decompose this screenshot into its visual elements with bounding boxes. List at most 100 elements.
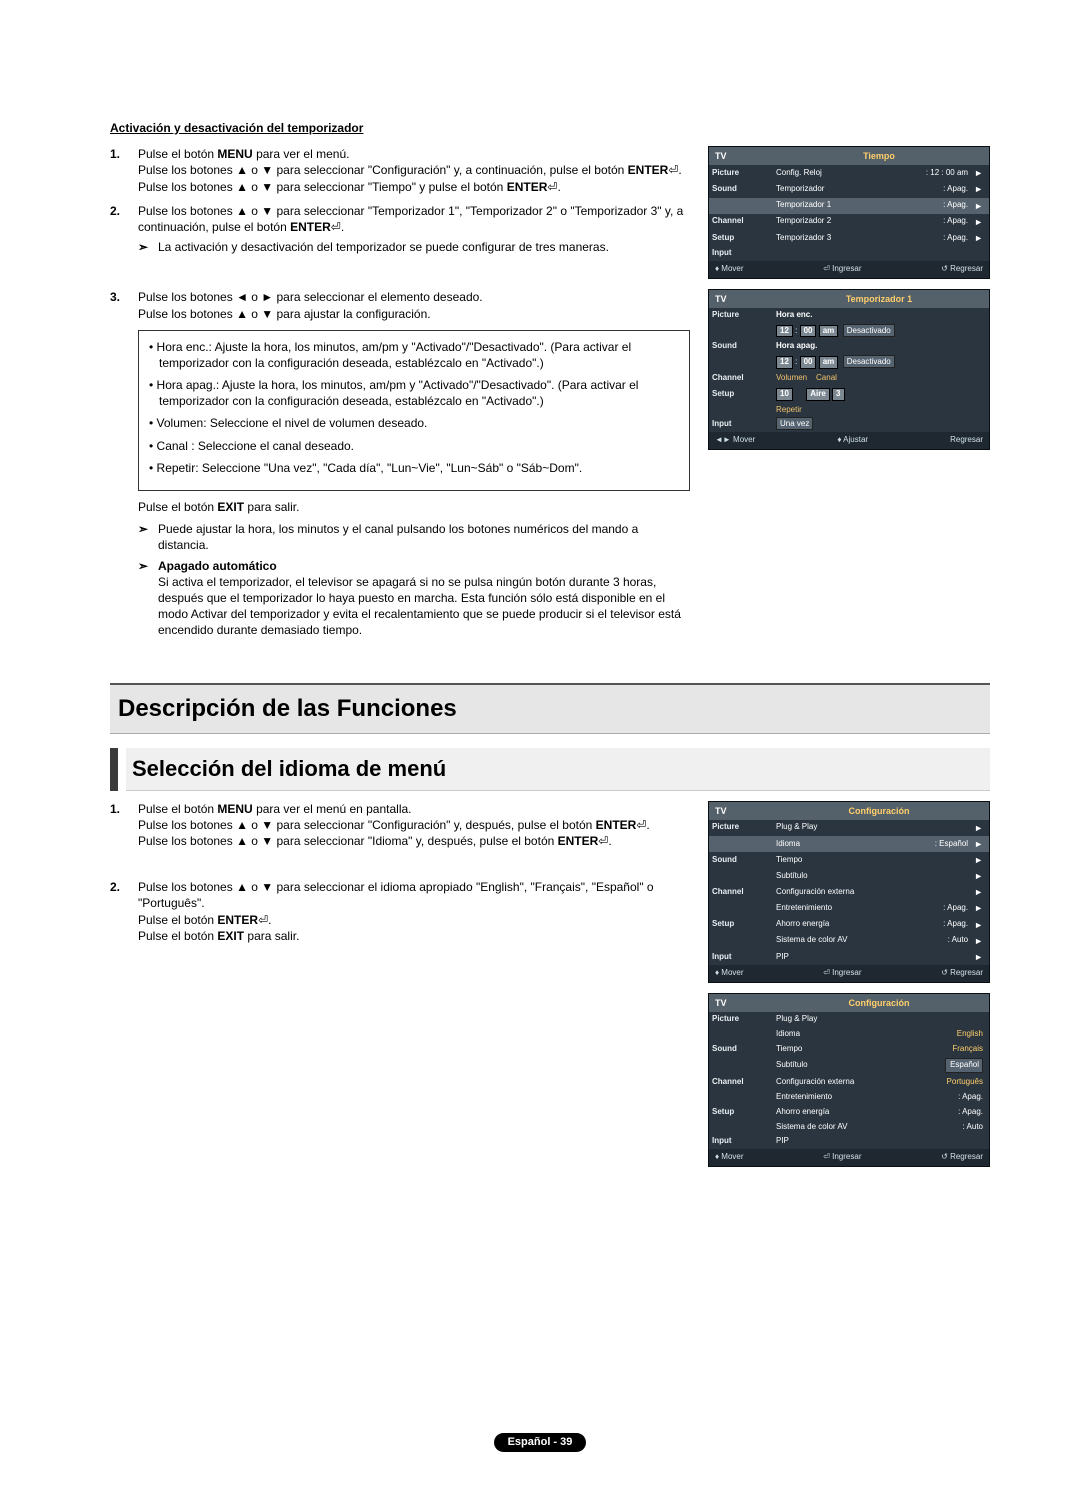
repeat-label: Repetir <box>776 405 802 414</box>
osd-tab: Picture <box>712 1014 772 1025</box>
minute-spin[interactable]: 00 <box>800 325 817 338</box>
osd-tab: Input <box>712 952 772 963</box>
osd-value: : Apag. <box>939 200 968 211</box>
state-box[interactable]: Desactivado <box>843 324 895 337</box>
lang-portugues[interactable]: Português <box>943 1077 983 1088</box>
osd-foot-enter: ⏎ Ingresar <box>823 1152 861 1163</box>
exit-text: Pulse el botón EXIT para salir. <box>138 499 690 515</box>
osd-item: Entretenimiento <box>772 903 939 914</box>
repeat-value[interactable]: Una vez <box>776 417 813 430</box>
osd-tab: Sound <box>712 1044 772 1055</box>
text: . <box>557 180 560 194</box>
osd-tab: Sound <box>712 341 772 352</box>
auto-off-body: Si activa el temporizador, el televisor … <box>158 575 681 638</box>
note-icon: ➣ <box>138 558 158 639</box>
osd-foot-return: Regresar <box>950 435 983 446</box>
osd-item: Sistema de color AV <box>772 1122 959 1133</box>
enter-key: ENTER <box>217 913 258 927</box>
osd-value: : 12 : 00 am <box>922 168 968 179</box>
vol-spin[interactable]: 10 <box>776 388 793 401</box>
osd-foot-move: ♦ Mover <box>715 968 744 979</box>
osd-tab: Setup <box>712 919 772 930</box>
osd-item: Config. Reloj <box>772 168 922 179</box>
chevron-right-icon: ► <box>968 167 983 179</box>
text: para salir. <box>244 929 299 943</box>
osd-column-2: TV Configuración PicturePlug & Play► Idi… <box>708 801 990 1177</box>
section2-text: 1. Pulse el botón MENU para ver el menú … <box>110 801 690 952</box>
chan-spin[interactable]: 3 <box>832 388 844 401</box>
text: . <box>268 913 271 927</box>
text: Pulse los botones ▲ o ▼ para seleccionar… <box>138 204 683 234</box>
chevron-right-icon: ► <box>968 854 983 866</box>
enter-icon: ⏎ <box>668 163 678 177</box>
lang-espanol[interactable]: Español <box>945 1058 983 1073</box>
enter-key: ENTER <box>290 220 331 234</box>
osd-foot-return: ↺ Regresar <box>941 968 983 979</box>
text: Pulse los botones ▲ o ▼ para seleccionar… <box>138 818 596 832</box>
ampm-spin[interactable]: am <box>819 356 839 369</box>
osd-tv-label: TV <box>715 805 775 817</box>
lang-francais[interactable]: Français <box>948 1044 983 1055</box>
ampm-spin[interactable]: am <box>819 325 839 338</box>
osd-item: Temporizador 3 <box>772 233 939 244</box>
manual-page: Activación y desactivación del temporiza… <box>0 0 1080 1488</box>
osd-tv-label: TV <box>715 293 775 305</box>
osd-tab: Setup <box>712 1107 772 1118</box>
state-box[interactable]: Desactivado <box>843 355 895 368</box>
osd-tab: Picture <box>712 822 772 833</box>
enter-key: ENTER <box>507 180 548 194</box>
text: Pulse los botones ▲ o ▼ para seleccionar… <box>138 880 654 910</box>
osd-item: Tiempo <box>772 855 968 866</box>
text: Pulse el botón <box>138 147 217 161</box>
step-body: Pulse los botones ◄ o ► para seleccionar… <box>138 289 690 321</box>
text: Pulse el botón <box>138 913 217 927</box>
osd-tab: Channel <box>712 887 772 898</box>
section1-row: 1. Pulse el botón MENU para ver el menú.… <box>110 146 990 642</box>
osd-tab: Input <box>712 248 772 259</box>
osd-item: PIP <box>772 952 968 963</box>
air-spin[interactable]: Aire <box>806 388 830 401</box>
enter-icon: ⏎ <box>331 220 341 234</box>
chevron-right-icon: ► <box>968 183 983 195</box>
minute-spin[interactable]: 00 <box>800 356 817 369</box>
osd-item: Configuración externa <box>772 887 968 898</box>
osd-tab: Channel <box>712 1077 772 1088</box>
osd-value: : Auto <box>959 1122 983 1133</box>
step-body: Pulse los botones ▲ o ▼ para seleccionar… <box>138 879 690 944</box>
chevron-right-icon: ► <box>968 822 983 834</box>
note-text: La activación y desactivación del tempor… <box>158 239 690 255</box>
osd-foot-enter: ⏎ Ingresar <box>823 968 861 979</box>
hour-spin[interactable]: 12 <box>776 356 793 369</box>
lang-english[interactable]: English <box>953 1029 983 1040</box>
osd-tab: Input <box>712 419 772 430</box>
osd-tab: Picture <box>712 310 772 321</box>
enter-key: ENTER <box>596 818 637 832</box>
osd-temporizador: TV Temporizador 1 PictureHora enc. 12 : … <box>708 289 990 450</box>
text: . <box>608 834 611 848</box>
osd-tab: Channel <box>712 373 772 384</box>
page-footer: Español - 39 <box>0 1433 1080 1452</box>
osd-item: Subtítulo <box>772 1060 945 1071</box>
osd-tv-label: TV <box>715 150 775 162</box>
chevron-right-icon: ► <box>968 951 983 963</box>
step-num: 1. <box>110 801 138 850</box>
text: Pulse los botones ▲ o ▼ para seleccionar… <box>138 163 628 177</box>
vol-label: Volumen <box>776 373 807 382</box>
section2-row: 1. Pulse el botón MENU para ver el menú … <box>110 801 990 1177</box>
text: . <box>678 163 681 177</box>
osd-item: Tiempo <box>772 1044 948 1055</box>
osd-item: Idioma <box>772 839 931 850</box>
hour-spin[interactable]: 12 <box>776 325 793 338</box>
osd-tab: Setup <box>712 233 772 244</box>
menu-key: MENU <box>217 802 252 816</box>
osd-config-lang: TV Configuración PicturePlug & Play Idio… <box>708 993 990 1167</box>
osd-tab: Picture <box>712 168 772 179</box>
osd-tab: Channel <box>712 216 772 227</box>
osd-item: Ahorro energía <box>772 919 939 930</box>
chevron-right-icon: ► <box>968 919 983 931</box>
details-box: • Hora enc.: Ajuste la hora, los minutos… <box>138 330 690 491</box>
osd-foot-move: ◄► Mover <box>715 435 755 446</box>
step-num: 3. <box>110 289 138 321</box>
osd-value: : Apag. <box>939 919 968 930</box>
text: Pulse los botones ▲ o ▼ para seleccionar… <box>138 180 507 194</box>
